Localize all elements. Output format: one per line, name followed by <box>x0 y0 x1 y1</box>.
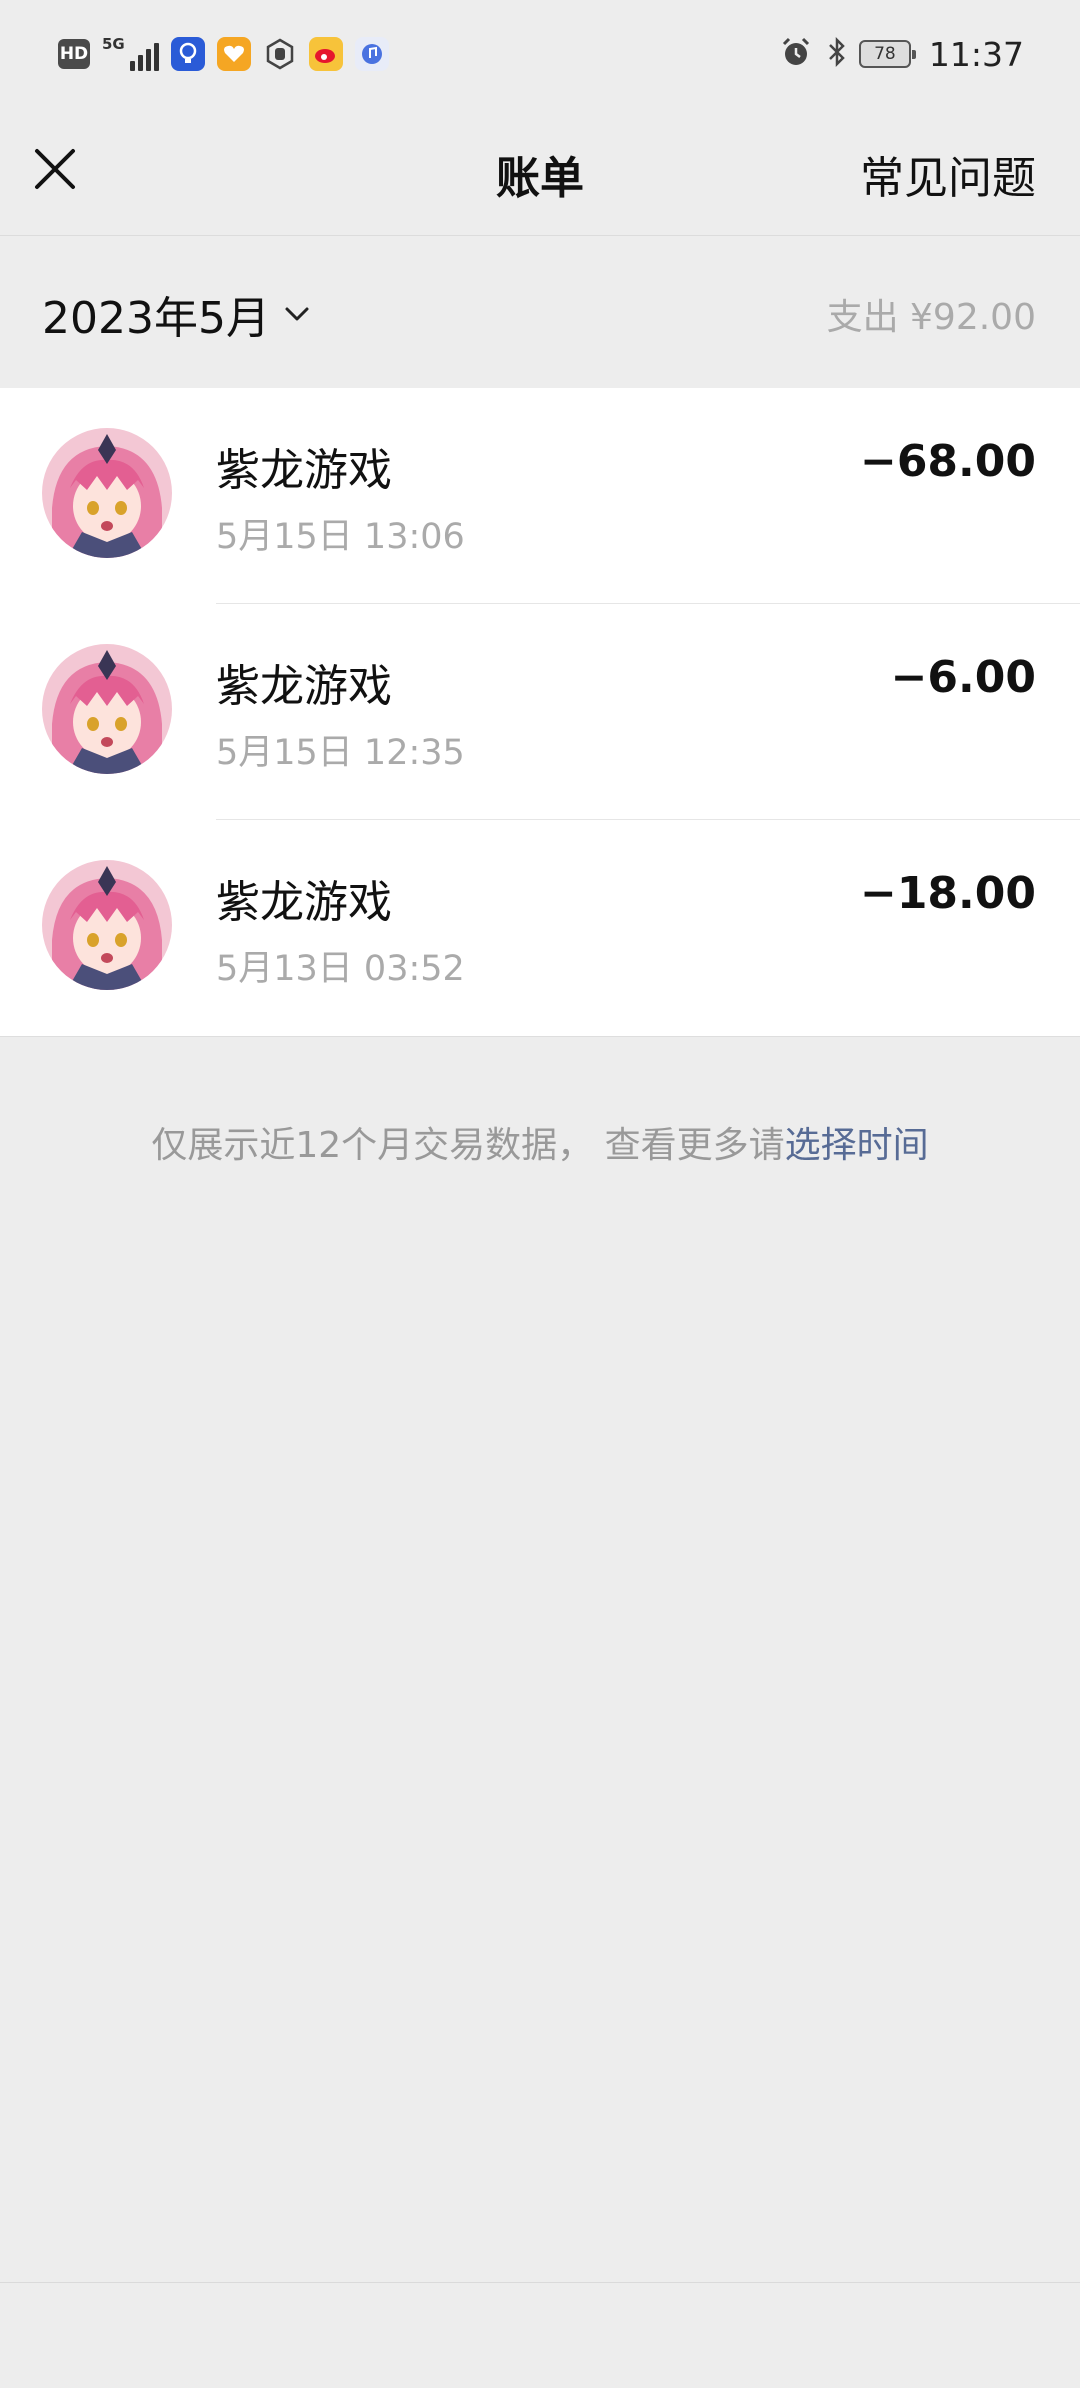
faq-link[interactable]: 常见问题 <box>860 142 1036 206</box>
select-time-link[interactable]: 选择时间 <box>785 1125 929 1166</box>
transaction-time: 5月15日 13:06 <box>216 517 465 557</box>
status-right: 78 11:37 <box>779 35 1024 74</box>
transaction-list: 紫龙游戏 5月15日 13:06 −68.00 紫龙游戏 5月15日 12:35… <box>0 388 1080 1037</box>
avatar <box>42 644 172 774</box>
history-note-text: 仅展示近12个月交易数据， 查看更多请 <box>151 1125 785 1166</box>
status-time: 11:37 <box>928 34 1024 74</box>
transaction-amount: −18.00 <box>859 868 1036 919</box>
merchant-name: 紫龙游戏 <box>216 445 392 496</box>
month-selector[interactable]: 2023年5月 <box>42 282 312 346</box>
bottom-divider <box>0 2282 1080 2283</box>
alarm-icon <box>779 35 813 73</box>
transaction-amount: −6.00 <box>890 652 1036 703</box>
battery-icon: 78 <box>858 40 916 68</box>
hand-app-icon <box>263 37 297 71</box>
status-left: HD 5G <box>58 37 389 71</box>
music-app-icon <box>354 37 389 71</box>
merchant-name: 紫龙游戏 <box>216 661 392 712</box>
merchant-name: 紫龙游戏 <box>216 877 392 928</box>
month-summary: 2023年5月 支出 ¥92.00 <box>0 236 1080 388</box>
signal-icon: 5G <box>102 37 159 71</box>
nav-bar: 账单 常见问题 <box>0 108 1080 236</box>
transaction-time: 5月13日 03:52 <box>216 949 465 989</box>
transaction-row[interactable]: 紫龙游戏 5月13日 03:52 −18.00 <box>0 820 1080 1036</box>
avatar <box>42 428 172 558</box>
expense-total: 支出 ¥92.00 <box>826 297 1036 338</box>
month-label: 2023年5月 <box>42 293 270 344</box>
hd-badge: HD <box>58 39 90 69</box>
chevron-down-icon <box>285 307 309 321</box>
status-bar: HD 5G 78 11:37 <box>0 0 1080 108</box>
network-type: 5G <box>102 35 125 53</box>
transaction-time: 5月15日 12:35 <box>216 733 465 773</box>
heart-app-icon <box>216 37 251 71</box>
bluetooth-icon <box>827 35 847 73</box>
weibo-app-icon <box>308 37 343 71</box>
transaction-row[interactable]: 紫龙游戏 5月15日 12:35 −6.00 <box>0 604 1080 820</box>
avatar <box>42 860 172 990</box>
transaction-row[interactable]: 紫龙游戏 5月15日 13:06 −68.00 <box>0 388 1080 604</box>
history-note: 仅展示近12个月交易数据， 查看更多请选择时间 <box>0 1116 1080 1168</box>
transaction-amount: −68.00 <box>859 436 1036 487</box>
bulb-app-icon <box>170 37 205 71</box>
